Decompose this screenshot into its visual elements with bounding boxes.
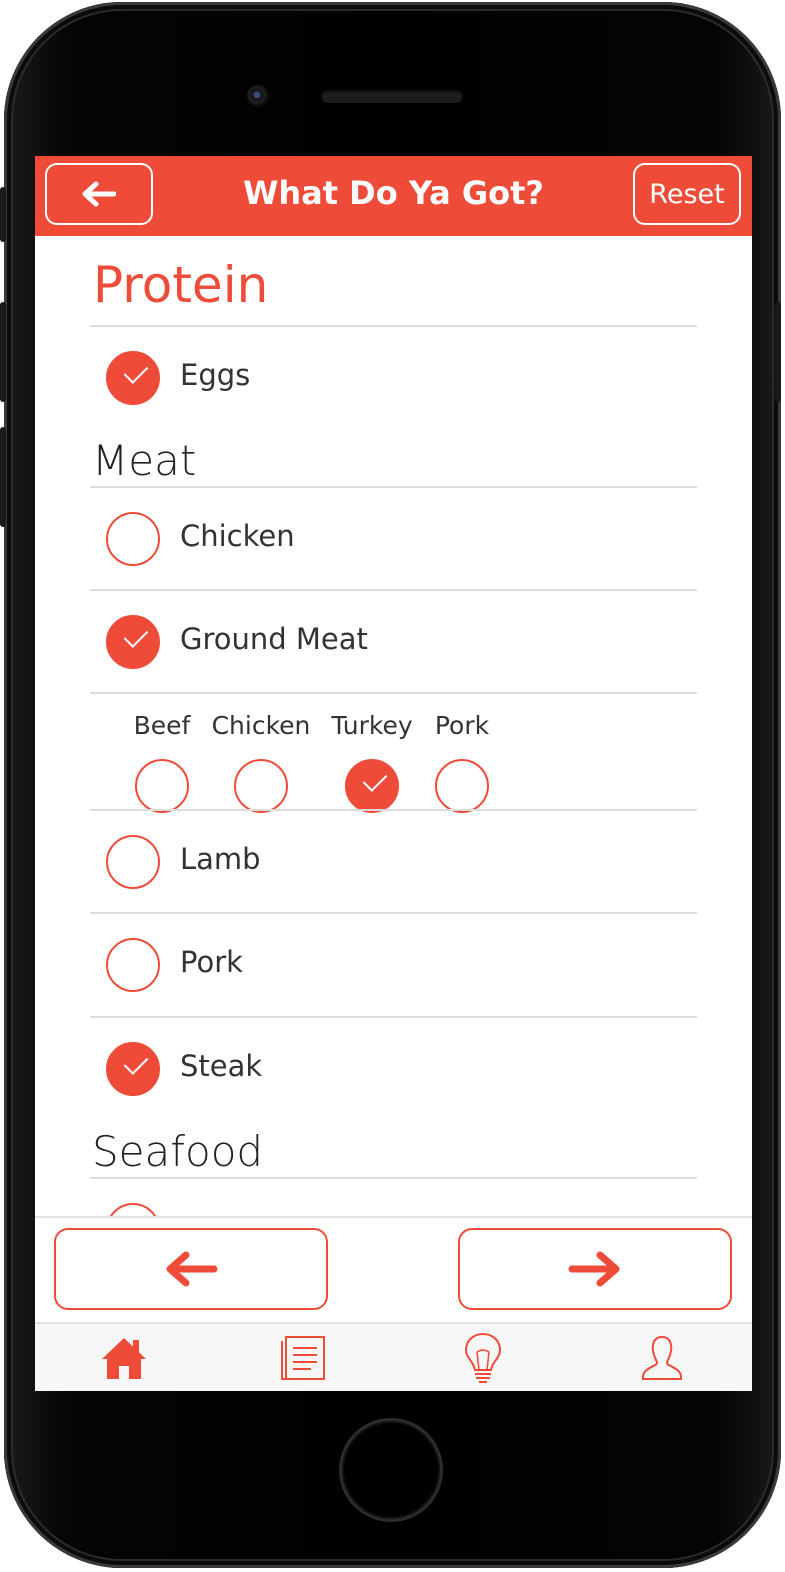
divider — [90, 912, 697, 914]
group-title-seafood: Seafood — [92, 1127, 264, 1176]
item-label: Pork — [180, 945, 243, 979]
app-screen: What Do Ya Got? Reset Protein Eggs Meat … — [35, 156, 752, 1391]
front-camera — [247, 85, 269, 107]
power-button — [775, 302, 781, 402]
user-icon — [642, 1335, 682, 1380]
arrow-right-icon — [568, 1251, 620, 1287]
sub-option-beef[interactable]: Beef — [117, 711, 207, 821]
lightbulb-icon — [464, 1332, 502, 1383]
silent-switch — [0, 187, 6, 242]
divider — [90, 1016, 697, 1018]
page-title: What Do Ya Got? — [243, 174, 544, 212]
item-label: Ground Meat — [180, 622, 368, 656]
item-label: Chicken — [180, 519, 295, 553]
checkbox-turkey[interactable] — [345, 759, 399, 813]
sub-option-pork[interactable]: Pork — [417, 711, 507, 821]
checkbox-ground-chicken[interactable] — [234, 759, 288, 813]
home-icon — [102, 1338, 146, 1379]
earpiece-speaker — [321, 90, 463, 103]
tab-bar — [35, 1322, 752, 1391]
divider — [90, 589, 697, 591]
item-label: Lamb — [180, 842, 261, 876]
ingredient-list[interactable]: Protein Eggs Meat Chicken Ground Meat Be… — [35, 236, 752, 1216]
list-item-chicken[interactable]: Chicken — [90, 489, 697, 589]
home-hardware-button[interactable] — [339, 1418, 443, 1522]
next-button[interactable] — [458, 1228, 732, 1310]
divider — [90, 1177, 697, 1179]
checkbox-ground-pork[interactable] — [435, 759, 489, 813]
reset-button[interactable]: Reset — [633, 163, 741, 225]
list-item-steak[interactable]: Steak — [90, 1019, 697, 1119]
sub-option-label: Pork — [434, 711, 490, 740]
divider — [90, 325, 697, 327]
list-icon — [281, 1336, 325, 1380]
volume-down-button — [0, 427, 6, 527]
sub-option-chicken[interactable]: Chicken — [207, 711, 315, 821]
sub-option-turkey[interactable]: Turkey — [325, 711, 419, 821]
pager-bar — [35, 1216, 752, 1323]
list-item-pork[interactable]: Pork — [90, 915, 697, 1015]
arrow-left-icon — [166, 1251, 218, 1287]
section-title: Protein — [93, 256, 269, 314]
checkbox-steak[interactable] — [106, 1042, 160, 1096]
checkbox-partial[interactable] — [106, 1203, 160, 1216]
list-item-ground-meat[interactable]: Ground Meat — [90, 592, 697, 692]
checkbox-chicken[interactable] — [106, 512, 160, 566]
item-label: Steak — [180, 1049, 263, 1083]
checkbox-beef[interactable] — [135, 759, 189, 813]
checkbox-lamb[interactable] — [106, 835, 160, 889]
list-item-partial[interactable] — [90, 1180, 697, 1216]
tab-profile[interactable] — [634, 1332, 690, 1384]
divider — [90, 809, 697, 811]
list-item-lamb[interactable]: Lamb — [90, 812, 697, 912]
sub-option-label: Chicken — [211, 711, 311, 740]
top-bar: What Do Ya Got? Reset — [35, 156, 752, 236]
tab-home[interactable] — [96, 1332, 152, 1384]
sub-option-label: Beef — [133, 711, 191, 740]
arrow-left-icon — [82, 181, 116, 207]
tab-list[interactable] — [275, 1332, 331, 1384]
list-item-eggs[interactable]: Eggs — [90, 328, 697, 428]
volume-up-button — [0, 302, 6, 402]
back-button[interactable] — [45, 163, 153, 225]
previous-button[interactable] — [54, 1228, 328, 1310]
checkbox-pork[interactable] — [106, 938, 160, 992]
divider — [90, 486, 697, 488]
divider — [90, 692, 697, 694]
item-label: Eggs — [180, 358, 251, 392]
sub-option-label: Turkey — [331, 711, 413, 740]
checkbox-ground-meat[interactable] — [106, 615, 160, 669]
tab-ideas[interactable] — [455, 1332, 511, 1384]
group-title-meat: Meat — [92, 436, 197, 485]
checkbox-eggs[interactable] — [106, 351, 160, 405]
